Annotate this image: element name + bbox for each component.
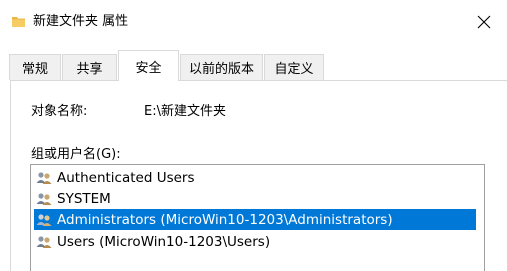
group-users-label: 组或用户名(G): xyxy=(31,147,121,162)
tab-customize[interactable]: 自定义 xyxy=(264,54,324,80)
list-item-authenticated-users[interactable]: Authenticated Users xyxy=(34,167,476,188)
tab-previous-versions[interactable]: 以前的版本 xyxy=(180,54,263,80)
title-bar: 新建文件夹 属性 xyxy=(0,0,507,44)
user-group-icon xyxy=(36,171,52,184)
users-list[interactable]: Authenticated Users SYSTEM Administrator… xyxy=(30,164,485,271)
user-name: Administrators (MicroWin10-1203\Administ… xyxy=(57,211,393,228)
user-name: Authenticated Users xyxy=(57,169,195,186)
user-group-icon xyxy=(36,192,52,205)
user-name: Users (MicroWin10-1203\Users) xyxy=(57,233,271,250)
tab-security[interactable]: 安全 xyxy=(118,50,179,81)
list-item-system[interactable]: SYSTEM xyxy=(34,188,476,209)
user-name: SYSTEM xyxy=(57,190,111,207)
window-title: 新建文件夹 属性 xyxy=(33,14,129,29)
folder-icon xyxy=(12,17,25,27)
tab-general[interactable]: 常规 xyxy=(9,54,61,80)
close-icon xyxy=(477,15,491,29)
list-item-administrators[interactable]: Administrators (MicroWin10-1203\Administ… xyxy=(34,209,476,230)
close-button[interactable] xyxy=(467,8,501,36)
object-name-value: E:\新建文件夹 xyxy=(144,104,226,119)
list-item-users[interactable]: Users (MicroWin10-1203\Users) xyxy=(34,231,476,252)
object-name-label: 对象名称: xyxy=(31,104,88,119)
user-group-icon xyxy=(36,213,52,226)
tab-strip: 常规 共享 安全 以前的版本 自定义 xyxy=(0,44,507,81)
tab-sharing[interactable]: 共享 xyxy=(62,54,117,80)
user-group-icon xyxy=(36,235,52,248)
